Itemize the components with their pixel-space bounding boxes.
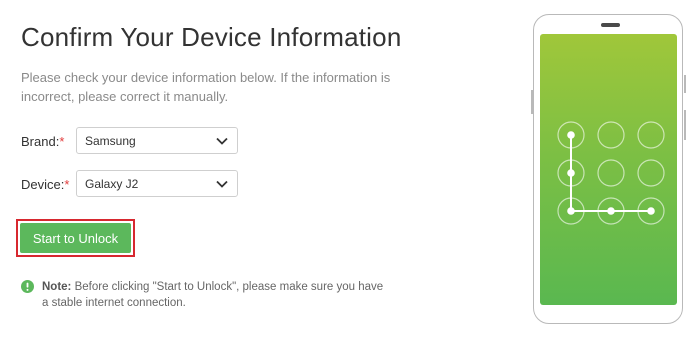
phone-side-button [683,110,686,140]
phone-screen [540,34,677,305]
device-label-text: Device: [21,177,65,192]
chevron-down-icon [216,137,228,145]
unlock-pattern [557,121,665,225]
start-to-unlock-button[interactable]: Start to Unlock [20,223,131,253]
brand-select[interactable]: Samsung [76,127,238,154]
chevron-down-icon [216,180,228,188]
required-mark: * [59,134,65,149]
phone-side-button [683,75,686,93]
brand-select-value: Samsung [85,134,136,148]
page-description: Please check your device information bel… [21,70,391,104]
info-icon [21,280,34,293]
brand-label: Brand:* [21,134,64,149]
device-select[interactable]: Galaxy J2 [76,170,238,197]
phone-speaker [601,23,620,27]
start-button-highlight: Start to Unlock [16,219,135,257]
brand-label-text: Brand: [21,134,60,149]
required-mark: * [64,177,70,192]
note-text: Note: Before clicking "Start to Unlock",… [42,279,392,311]
page-title: Confirm Your Device Information [21,22,402,52]
device-select-value: Galaxy J2 [85,177,139,191]
note-body: Before clicking "Start to Unlock", pleas… [42,281,384,309]
phone-illustration [530,14,686,324]
device-label: Device:* [21,177,69,192]
phone-side-button [530,90,533,114]
note-label: Note: [42,281,72,293]
